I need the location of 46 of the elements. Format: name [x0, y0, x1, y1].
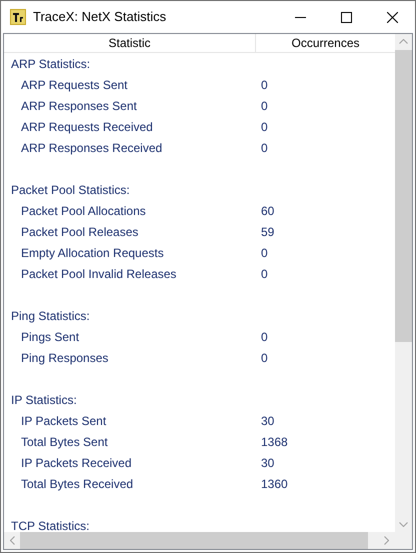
statistic-name: Total Bytes Received	[21, 476, 134, 492]
statistic-name: Ping Responses	[21, 350, 110, 366]
group-heading: Ping Statistics:	[11, 308, 90, 324]
window-title: TraceX: NetX Statistics	[33, 8, 166, 26]
statistic-value: 0	[261, 328, 268, 346]
vertical-scrollbar[interactable]	[395, 34, 412, 532]
scrollbar-thumb[interactable]	[395, 50, 412, 342]
app-logo-icon	[10, 9, 26, 25]
statistic-value: 60	[261, 202, 274, 220]
statistic-value: 59	[261, 224, 274, 240]
statistic-name: Pings Sent	[21, 328, 80, 346]
close-icon	[386, 12, 398, 22]
scroll-left-icon[interactable]	[10, 536, 15, 545]
group-heading: ARP Statistics:	[11, 56, 90, 72]
maximize-icon	[340, 12, 352, 22]
statistic-value: 30	[261, 412, 274, 430]
group-heading: Packet Pool Statistics:	[11, 182, 130, 198]
statistic-name: ARP Responses Sent	[21, 98, 138, 114]
statistic-name: ARP Requests Sent	[21, 76, 129, 94]
statistic-value: 0	[261, 76, 268, 94]
statistic-name: Packet Pool Allocations	[21, 202, 147, 220]
statistic-value: 0	[261, 244, 268, 262]
statistic-value: 0	[261, 98, 268, 114]
scroll-down-icon[interactable]	[399, 522, 408, 527]
statistic-name: Empty Allocation Requests	[21, 244, 165, 262]
scroll-up-icon[interactable]	[399, 39, 408, 44]
statistic-name: ARP Requests Received	[21, 118, 154, 136]
statistic-name: IP Packets Received	[21, 454, 133, 472]
group-heading: TCP Statistics:	[11, 518, 90, 532]
statistic-name: Packet Pool Releases	[21, 224, 140, 240]
statistic-name: Packet Pool Invalid Releases	[21, 266, 178, 282]
column-header[interactable]: Statistic	[4, 34, 256, 52]
statistic-value: 0	[261, 140, 268, 156]
column-header[interactable]: Occurrences	[256, 34, 395, 52]
minimize-icon	[294, 16, 306, 18]
statistic-value: 0	[261, 266, 268, 282]
statistic-name: ARP Responses Received	[21, 140, 164, 156]
group-heading: IP Statistics:	[11, 392, 77, 408]
statistic-name: Total Bytes Sent	[21, 434, 109, 450]
statistic-name: IP Packets Sent	[21, 412, 108, 430]
scroll-right-icon[interactable]	[384, 536, 389, 545]
statistic-value: 0	[261, 118, 268, 136]
statistic-value: 1360	[261, 476, 288, 492]
statistic-value: 0	[261, 350, 268, 366]
statistic-value: 1368	[261, 434, 288, 450]
statistic-value: 30	[261, 454, 274, 472]
